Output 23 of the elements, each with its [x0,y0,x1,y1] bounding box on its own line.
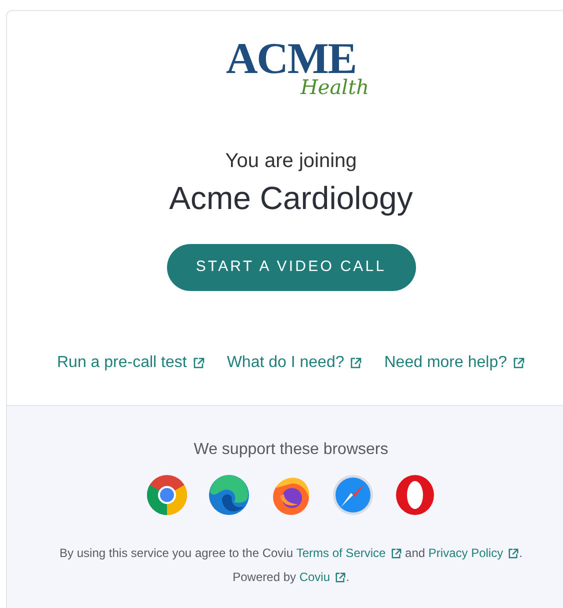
legal-text: Powered by Coviu . [232,568,350,586]
logo: ACME Health [224,37,370,97]
browsers-title: We support these browsers [194,440,388,460]
external-link-icon [192,357,205,369]
start-call-button[interactable]: START A VIDEO CALL [166,244,416,291]
external-link-icon [513,357,525,369]
tricolor-circle-icon [146,474,188,516]
external-link-icon [390,548,402,558]
external-link-icon [335,572,346,582]
legal-link[interactable]: Privacy Policy [428,544,520,562]
legal-link[interactable]: Coviu [299,568,346,586]
joining-label: You are joining [225,149,357,174]
help-link[interactable]: Run a pre-call test [56,351,205,375]
swirl-icon [208,474,250,516]
help-link[interactable]: What do I need? [226,351,362,375]
clinic-name: Acme Cardiology [169,179,413,218]
letter-o-ring-icon [394,474,436,516]
external-link-icon [350,357,362,369]
legal-text: By using this service you agree to the Coviu Terms of Service and Privacy Policy . [60,544,522,562]
compass-icon [332,474,374,516]
help-link[interactable]: Need more help? [384,351,525,375]
external-link-icon [508,548,520,558]
legal-link[interactable]: Terms of Service [296,544,402,562]
